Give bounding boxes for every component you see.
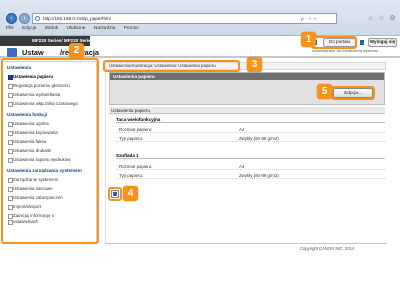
menu-item[interactable]: Plik — [6, 26, 14, 31]
copyright: Copyright CANON INC. 2014 — [300, 246, 355, 251]
admin-subtitle: Administrator do menedżera systemu — [312, 48, 379, 53]
group-title-drawer: Szuflada 1 — [116, 153, 385, 159]
row-value: A4 — [239, 127, 245, 132]
row-value: A4 — [239, 164, 245, 169]
row-label: Rozmiar papieru: — [119, 127, 153, 132]
highlight-sidebar — [1, 58, 99, 244]
menu-item[interactable]: Widok — [45, 26, 58, 31]
highlight-breadcrumb — [103, 60, 240, 72]
address-text: http://192.168.0.215/p_paperhtml — [43, 16, 111, 21]
logout-button[interactable]: Wyloguj się — [368, 38, 397, 47]
forward-icon[interactable]: › — [19, 13, 30, 24]
logout-icon — [360, 40, 364, 45]
page-title-part1: Ustaw — [22, 48, 44, 57]
callout-2: 2 — [69, 43, 84, 58]
section-title: Ustawienia papieru — [109, 107, 385, 114]
callout-4: 4 — [123, 186, 138, 201]
settings-icon — [7, 48, 17, 57]
panel-title: Ustawienia papieru — [110, 73, 384, 80]
row-label: Typ papieru: — [119, 173, 144, 178]
group-title-tray: Taca wielofunkcyjna — [116, 117, 385, 123]
table-row: Typ papieru: Zwykły (60-89 g/m2) — [116, 171, 385, 179]
logout-button-label: Wyloguj się — [369, 39, 396, 44]
row-value: Zwykły (60-89 g/m2) — [239, 173, 279, 178]
table-row: Rozmiar papieru: A4 — [116, 162, 385, 170]
highlight-portal — [311, 36, 357, 49]
menu-bar: Plik Edycja Widok Ulubione Narzędzia Pom… — [6, 26, 146, 32]
menu-item[interactable]: Ulubione — [67, 26, 86, 31]
highlight-edit — [331, 86, 375, 100]
back-icon[interactable]: ‹ — [6, 13, 17, 24]
callout-3: 3 — [247, 57, 262, 72]
device-model: MF220 Series/ MF220 Series/ — [32, 38, 95, 43]
row-label: Typ papieru: — [119, 136, 144, 141]
row-value: Zwykły (60-89 g/m2) — [239, 136, 279, 141]
divider — [105, 243, 387, 244]
address-controls[interactable]: ρ - ☆ ☆ — [301, 16, 317, 22]
address-bar[interactable]: http://192.168.0.215/p_paperhtml ρ - ☆ ☆ — [32, 13, 337, 24]
home-icon[interactable]: ⌂ — [367, 15, 374, 22]
table-row: Typ papieru: Zwykły (60-89 g/m2) — [116, 134, 385, 142]
callout-5: 5 — [317, 84, 332, 99]
menu-item[interactable]: Edycja — [22, 26, 36, 31]
globe-icon — [35, 16, 40, 21]
menu-item[interactable]: Pomoc — [124, 26, 139, 31]
row-label: Rozmiar papieru: — [119, 164, 153, 169]
highlight-top — [108, 187, 122, 201]
favorites-icon[interactable]: ☆ — [378, 15, 385, 22]
menu-item[interactable]: Narzędzia — [94, 26, 116, 31]
callout-1: 1 — [301, 32, 316, 47]
gear-icon[interactable]: ⚙ — [389, 15, 396, 22]
table-row: Rozmiar papieru: A4 — [116, 125, 385, 133]
divider — [105, 62, 106, 244]
